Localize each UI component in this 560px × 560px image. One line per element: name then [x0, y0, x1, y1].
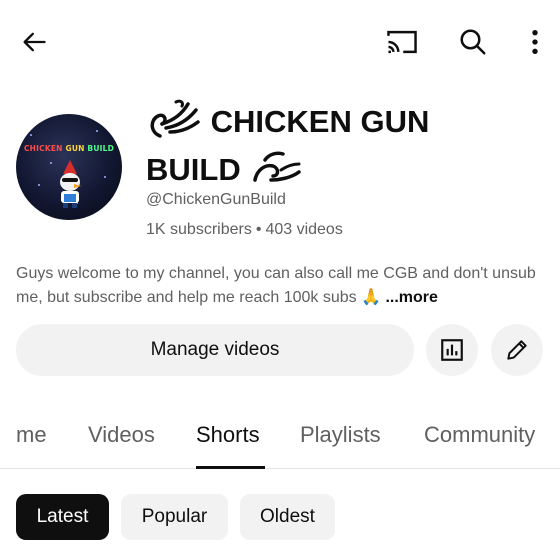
tab-home[interactable]: me [16, 422, 47, 448]
avatar-logo-text: CHICKEN GUN BUILD [23, 144, 115, 153]
analytics-button[interactable] [426, 324, 478, 376]
tab-videos[interactable]: Videos [88, 422, 155, 448]
arrow-left-icon [23, 32, 46, 52]
channel-name: CHICKEN GUN BUILD [146, 98, 456, 194]
wing-decoration-icon [146, 98, 202, 150]
tab-shorts[interactable]: Shorts [196, 422, 260, 448]
channel-tabs: me Videos Shorts Playlists Community [0, 410, 560, 469]
search-button[interactable] [453, 22, 493, 62]
back-button[interactable] [14, 22, 54, 62]
subscriber-count: 1K subscribers [146, 221, 252, 238]
chip-oldest[interactable]: Oldest [240, 494, 335, 540]
channel-avatar[interactable]: CHICKEN GUN BUILD [16, 114, 122, 220]
chip-popular[interactable]: Popular [121, 494, 228, 540]
wing-decoration-icon [249, 150, 303, 194]
cast-icon [387, 30, 417, 54]
active-tab-indicator [196, 466, 265, 469]
cast-button[interactable] [382, 22, 422, 62]
channel-stats: 1K subscribers • 403 videos [146, 221, 343, 238]
analytics-icon [441, 339, 463, 361]
channel-description[interactable]: Guys welcome to my channel, you can also… [16, 262, 546, 310]
tab-community[interactable]: Community [424, 422, 535, 448]
more-vertical-icon [532, 29, 538, 55]
manage-videos-button[interactable]: Manage videos [16, 324, 414, 376]
channel-name-line1: CHICKEN GUN [210, 104, 430, 140]
pencil-icon [507, 340, 527, 360]
more-link[interactable]: ...more [385, 289, 437, 306]
edit-channel-button[interactable] [491, 324, 543, 376]
chip-latest[interactable]: Latest [16, 494, 109, 540]
more-options-button[interactable] [515, 22, 555, 62]
search-icon [460, 29, 486, 55]
channel-name-line2: BUILD [146, 152, 241, 188]
chicken-mascot-icon [60, 160, 81, 208]
channel-handle: @ChickenGunBuild [146, 191, 286, 208]
tab-playlists[interactable]: Playlists [300, 422, 381, 448]
video-count: 403 videos [265, 221, 343, 238]
